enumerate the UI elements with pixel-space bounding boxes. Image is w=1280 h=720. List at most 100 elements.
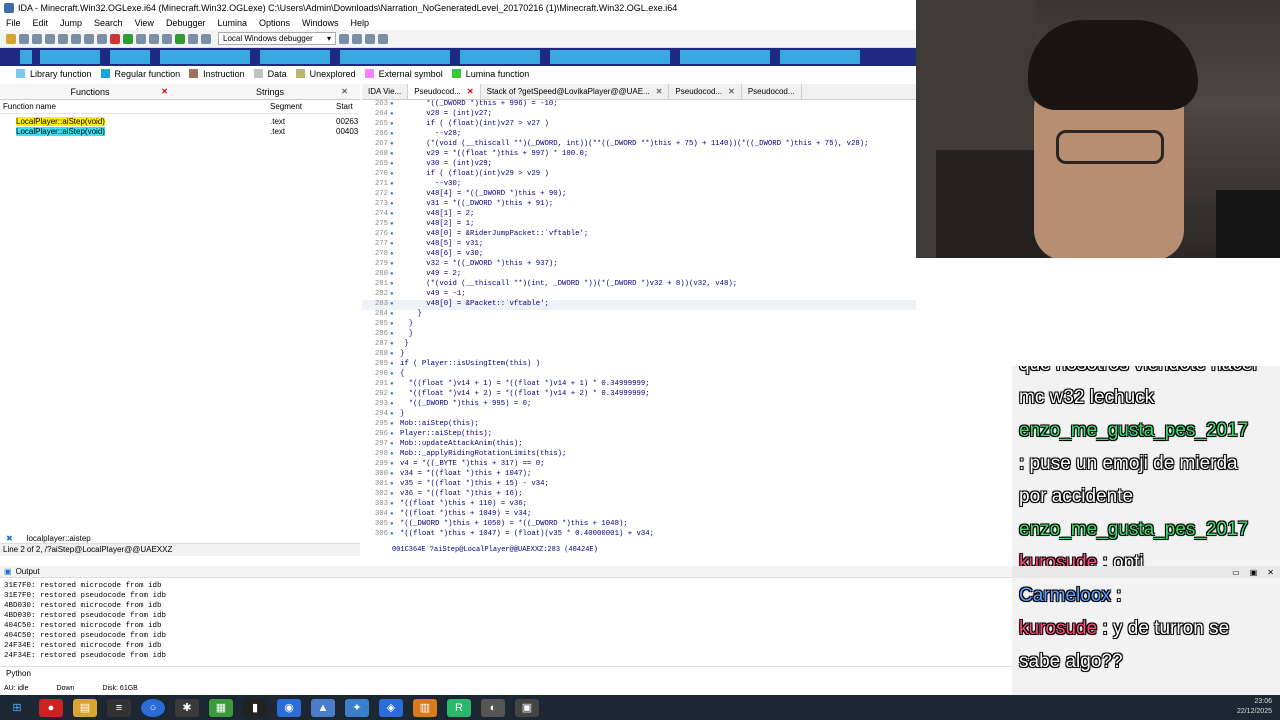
breakpoint-icon[interactable] <box>162 33 172 44</box>
close-icon[interactable]: ✕ <box>1267 568 1274 577</box>
code-line[interactable]: 297 ● Mob::updateAttackAnim(this); <box>362 440 523 450</box>
open-icon[interactable] <box>6 33 16 44</box>
python-console[interactable]: Python <box>0 666 1012 679</box>
maximize-icon[interactable]: ▣ <box>1250 568 1258 577</box>
pause-icon[interactable] <box>188 33 198 44</box>
clear-filter-icon[interactable]: ✖ <box>0 534 19 543</box>
chrome-icon[interactable]: ◉ <box>277 698 301 717</box>
code-line[interactable]: 292 ● *((float *)v14 + 2) = *((float *)v1… <box>362 390 650 400</box>
code-line[interactable]: 304 ● *((float *)this + 1049) = v34; <box>362 510 532 520</box>
menu-jump[interactable]: Jump <box>60 18 82 28</box>
jump-icon[interactable] <box>136 33 146 44</box>
code-line[interactable]: 267 ● (*(void (__thiscall **)(_DWORD, int… <box>362 140 869 150</box>
tab-ida-view[interactable]: IDA Vie... <box>362 84 409 99</box>
code-line[interactable]: 272 ● v48[4] = *((_DWORD *)this + 90); <box>362 190 567 200</box>
layout-icon[interactable] <box>365 33 375 44</box>
code-line[interactable]: 278 ● v48[6] = v30; <box>362 250 483 260</box>
menu-search[interactable]: Search <box>94 18 123 28</box>
filter-input[interactable]: localplayer::aistep <box>19 534 91 543</box>
save-icon[interactable] <box>19 33 29 44</box>
back-icon[interactable] <box>32 33 42 44</box>
code-line[interactable]: 306 ● *((float *)this + 1047) = (float)(v3… <box>362 530 654 540</box>
tab-strings[interactable]: Strings ✕ <box>180 87 360 97</box>
app-icon-2[interactable]: ✱ <box>175 698 199 717</box>
play-icon[interactable] <box>175 33 185 44</box>
close-icon[interactable]: ✕ <box>161 87 168 96</box>
app-icon-4[interactable]: ▲ <box>311 698 335 717</box>
data-icon[interactable] <box>97 33 107 44</box>
code-line[interactable]: 303 ● *((float *)this + 110) = v36; <box>362 500 527 510</box>
minimize-icon[interactable]: ▭ <box>1232 568 1240 577</box>
code-line[interactable]: 264 ● v28 = (int)v27; <box>362 110 492 120</box>
code-line[interactable]: 268 ● v29 = *((float *)this + 997) * 100.… <box>362 150 588 160</box>
app-icon-3[interactable]: ▦ <box>209 698 233 717</box>
ida-icon[interactable]: ≡ <box>107 698 131 717</box>
tab-pseudocode-2[interactable]: Pseudocod... ✕ <box>669 84 742 99</box>
code-line[interactable]: 281 ● (*(void (__thiscall **)(int, _DWORD… <box>362 280 737 290</box>
stop-icon[interactable] <box>110 33 120 44</box>
tab-functions[interactable]: Functions ✕ <box>0 87 180 97</box>
app-icon-5[interactable]: ✦ <box>345 698 369 717</box>
code-line[interactable]: 296 ● Player::aiStep(this); <box>362 430 492 440</box>
app-icon-6[interactable]: ▥ <box>413 698 437 717</box>
code-line[interactable]: 282 ● v49 = -1; <box>362 290 466 300</box>
code-line[interactable]: 291 ● *((float *)v14 + 1) = *((float *)v1… <box>362 380 650 390</box>
menu-debugger[interactable]: Debugger <box>166 18 206 28</box>
terminal-icon[interactable]: ▮ <box>243 698 267 717</box>
code-line[interactable]: 279 ● v32 = *((_DWORD *)this + 937); <box>362 260 558 270</box>
code-line[interactable]: 266 ● --v28; <box>362 130 461 140</box>
table-row[interactable]: LocalPlayer::aiStep(void) .text 00263 <box>0 116 360 126</box>
code-line[interactable]: 285 ● } <box>362 320 413 330</box>
tab-pseudocode-3[interactable]: Pseudocod... <box>742 84 802 99</box>
menu-view[interactable]: View <box>135 18 154 28</box>
code-line[interactable]: 274 ● v48[1] = 2; <box>362 210 475 220</box>
lumina-icon[interactable] <box>123 33 133 44</box>
code-line[interactable]: 280 ● v49 = 2; <box>362 270 461 280</box>
code-line[interactable]: 305 ● *((_DWORD *)this + 1050) = *((_DWORD… <box>362 520 628 530</box>
start-icon[interactable]: ⊞ <box>5 699 29 717</box>
code-line[interactable]: 298 ● Mob::_applyRidingRotationLimits(this… <box>362 450 567 460</box>
code-line[interactable]: 275 ● v48[2] = 1; <box>362 220 475 230</box>
close-icon[interactable]: ✕ <box>728 87 735 96</box>
code-line[interactable]: 288 ●} <box>362 350 405 360</box>
clock[interactable]: 23:06 22/12/2025 <box>1237 697 1272 717</box>
code-line[interactable]: 273 ● v31 = *((_DWORD *)this + 91); <box>362 200 553 210</box>
code-line[interactable]: 294 ●} <box>362 410 405 420</box>
app-icon-9[interactable]: ▣ <box>515 698 539 717</box>
menu-windows[interactable]: Windows <box>302 18 339 28</box>
code-line[interactable]: 277 ● v48[5] = v31; <box>362 240 483 250</box>
explorer-icon[interactable]: ▤ <box>73 698 97 717</box>
search-icon[interactable] <box>58 33 68 44</box>
terminate-icon[interactable] <box>201 33 211 44</box>
debugger-select[interactable]: Local Windows debugger ▾ <box>218 32 336 45</box>
app-icon-8[interactable]: ◐ <box>481 698 505 717</box>
code-line[interactable]: 276 ● v48[0] = &RiderJumpPacket::`vftable… <box>362 230 588 240</box>
code-line[interactable]: 287 ● } <box>362 340 409 350</box>
code-line[interactable]: 265 ● if ( (float)(int)v27 > v27 ) <box>362 120 549 130</box>
code-line[interactable]: 301 ● v35 = *((float *)this + 15) - v34; <box>362 480 549 490</box>
code-line[interactable]: 293 ● *((_DWORD *)this + 995) = 0; <box>362 400 532 410</box>
table-row[interactable]: LocalPlayer::aiStep(void) .text 00403 <box>0 126 360 136</box>
code-line[interactable]: 283 ● v48[0] = &Packet::`vftable'; <box>362 300 916 310</box>
code-line[interactable]: 299 ● v4 = *((_BYTE *)this + 317) == 0; <box>362 460 545 470</box>
hex-icon[interactable] <box>71 33 81 44</box>
forward-icon[interactable] <box>45 33 55 44</box>
col-segment[interactable]: Segment <box>270 102 336 113</box>
code-line[interactable]: 289 ● if ( Player::isUsingItem(this) ) <box>362 360 540 370</box>
code-line[interactable]: 295 ● Mob::aiStep(this); <box>362 420 479 430</box>
menu-file[interactable]: File <box>6 18 21 28</box>
code-line[interactable]: 286 ● } <box>362 330 413 340</box>
app-icon-7[interactable]: R <box>447 698 471 717</box>
code-line[interactable]: 284 ● } <box>362 310 422 320</box>
app-icon-1[interactable]: ● <box>39 698 63 717</box>
browser-icon[interactable]: ○ <box>141 698 165 717</box>
attach-icon[interactable] <box>339 33 349 44</box>
menu-help[interactable]: Help <box>351 18 370 28</box>
xref-icon[interactable] <box>149 33 159 44</box>
close-icon[interactable]: ✕ <box>467 87 474 96</box>
code-line[interactable]: 269 ● v30 = (int)v29; <box>362 160 492 170</box>
menu-edit[interactable]: Edit <box>33 18 49 28</box>
code-line[interactable]: 300 ● v34 = *((float *)this + 1047); <box>362 470 532 480</box>
vscode-icon[interactable]: ◈ <box>379 698 403 717</box>
code-line[interactable]: 263 ● *((_DWORD *)this + 996) = -10; <box>362 100 558 110</box>
